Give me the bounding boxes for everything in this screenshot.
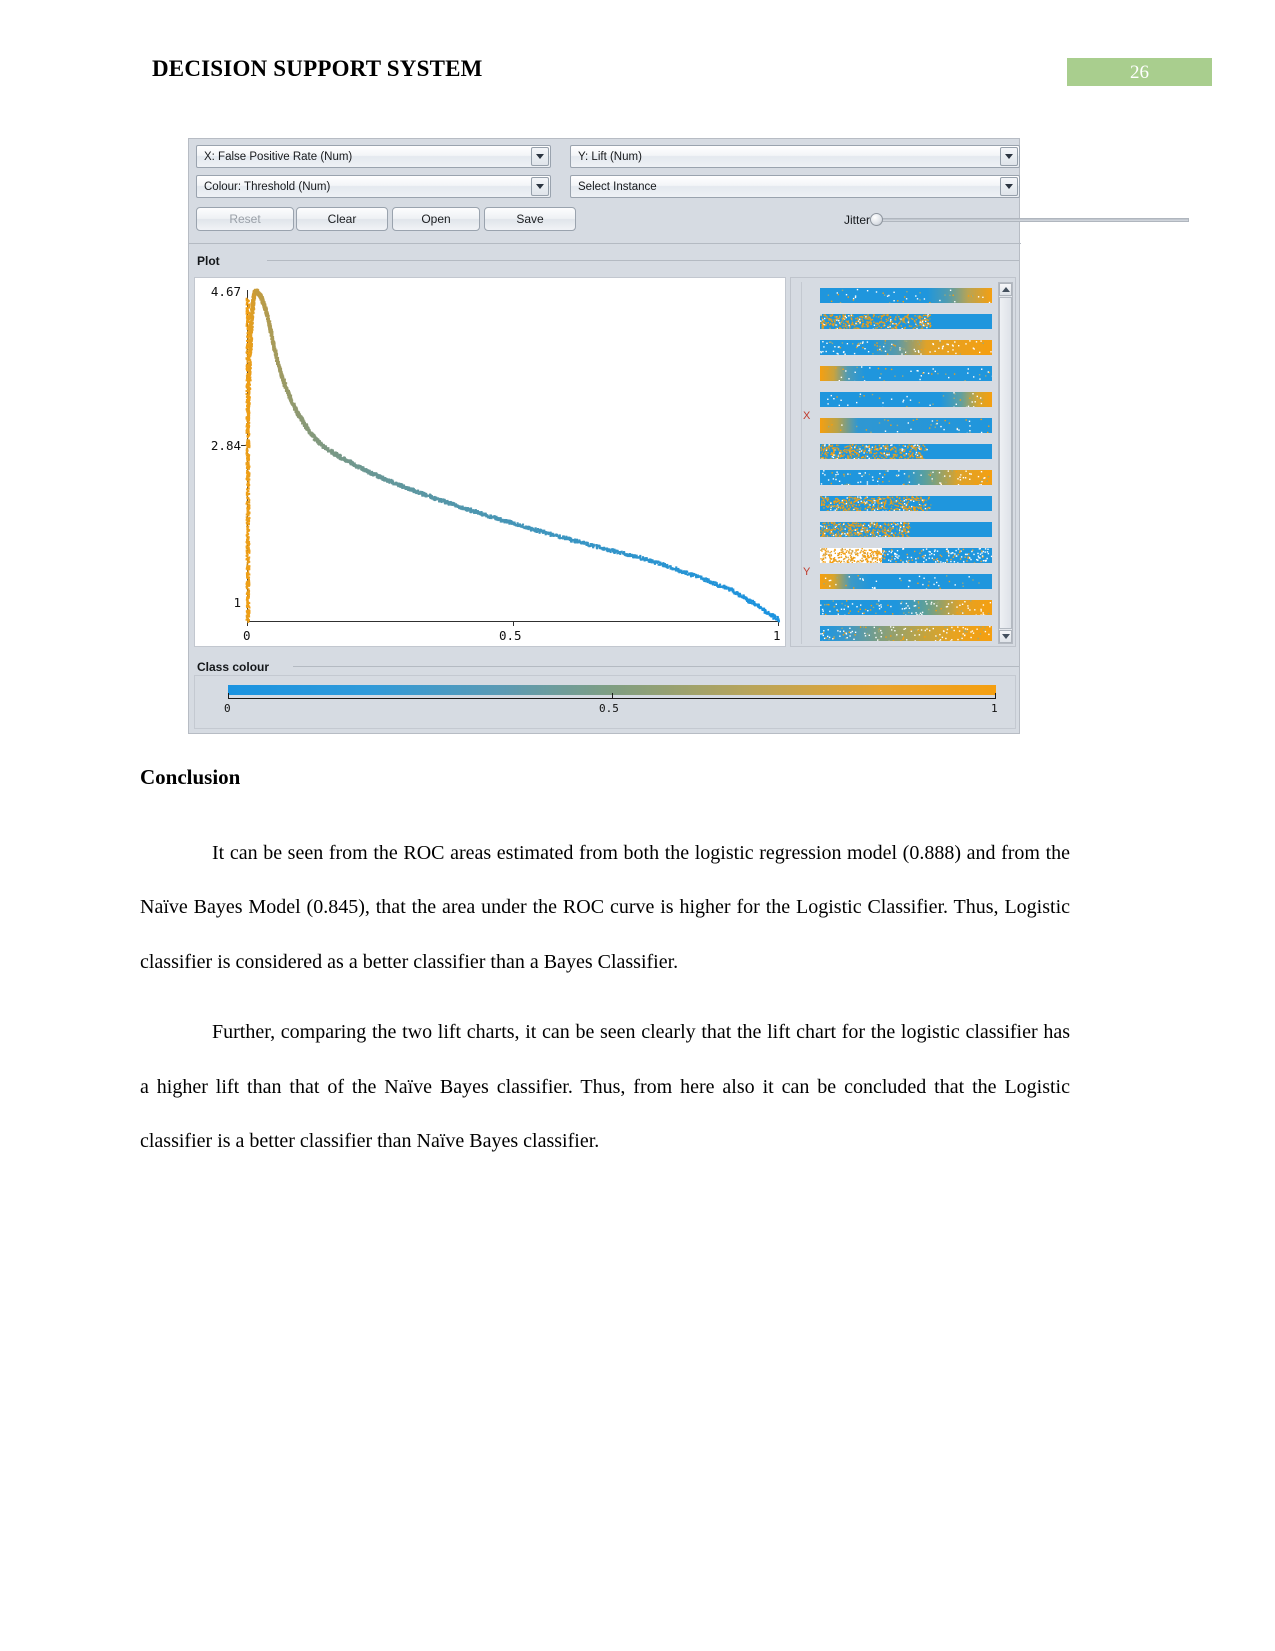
x-attribute-label: X: False Positive Rate (Num) xyxy=(204,150,353,163)
x-attribute-combo[interactable]: X: False Positive Rate (Num) xyxy=(196,145,551,168)
lift-curve-points xyxy=(245,288,781,623)
class-colour-divider xyxy=(293,666,1019,667)
colour-tick-mark-1 xyxy=(995,693,996,699)
attribute-strip[interactable] xyxy=(820,626,992,641)
open-button[interactable]: Open xyxy=(392,207,480,231)
document-title: DECISION SUPPORT SYSTEM xyxy=(152,56,483,81)
chevron-down-icon[interactable] xyxy=(531,177,549,196)
instance-selector-label: Select Instance xyxy=(578,180,657,193)
attribute-strip[interactable] xyxy=(820,418,992,433)
document-body: Conclusion It can be seen from the ROC a… xyxy=(140,765,1070,1184)
attribute-strip[interactable] xyxy=(820,392,992,407)
plot-toolbar: Reset Clear Open Save xyxy=(196,207,726,233)
instance-attribute-strips-panel[interactable]: X Y xyxy=(790,277,1016,647)
chevron-down-icon[interactable] xyxy=(531,147,549,166)
attribute-strip[interactable] xyxy=(820,522,992,537)
colour-tick-mark-0 xyxy=(228,693,229,699)
attribute-strip[interactable] xyxy=(820,548,992,563)
jitter-slider-track[interactable] xyxy=(870,213,1190,226)
colour-tick-label-1: 1 xyxy=(991,702,998,715)
attribute-strip[interactable] xyxy=(820,288,992,303)
instance-selector-combo[interactable]: Select Instance xyxy=(570,175,1020,198)
jitter-slider-knob[interactable] xyxy=(870,213,884,226)
attribute-strip[interactable] xyxy=(820,366,992,381)
conclusion-heading: Conclusion xyxy=(140,765,241,789)
y-attribute-combo[interactable]: Y: Lift (Num) xyxy=(570,145,1020,168)
colour-tick-mark-0.5 xyxy=(612,693,613,699)
scatter-plot-canvas[interactable]: 4.67 2.84 1 0 0.5 1 xyxy=(194,277,786,647)
attribute-strip[interactable] xyxy=(820,574,992,589)
class-colour-section-label: Class colour xyxy=(197,660,270,674)
colour-tick-label-0: 0 xyxy=(224,702,231,715)
page-number: 26 xyxy=(1130,62,1149,83)
scroll-up-arrow-icon[interactable] xyxy=(999,283,1012,296)
jitter-label: Jitter xyxy=(844,213,871,227)
strips-list[interactable]: X Y xyxy=(801,282,993,644)
chevron-down-icon[interactable] xyxy=(1000,147,1018,166)
colour-attribute-combo[interactable]: Colour: Threshold (Num) xyxy=(196,175,551,198)
attribute-strip[interactable] xyxy=(820,600,992,615)
attribute-selector-row-2: Colour: Threshold (Num) Select Instance xyxy=(193,175,1020,199)
class-colour-legend[interactable]: 0 0.5 1 xyxy=(194,675,1016,729)
save-button[interactable]: Save xyxy=(484,207,576,231)
plot-section-label: Plot xyxy=(197,254,220,268)
attribute-strip[interactable] xyxy=(820,470,992,485)
conclusion-paragraph-1: It can be seen from the ROC areas estima… xyxy=(140,842,1070,973)
attribute-selector-row-1: X: False Positive Rate (Num) Y: Lift (Nu… xyxy=(193,145,1020,169)
attribute-strip[interactable] xyxy=(820,340,992,355)
toolbar-divider xyxy=(189,243,1021,244)
scrollbar-thumb[interactable] xyxy=(999,297,1012,629)
page-number-badge: 26 xyxy=(1067,58,1212,86)
conclusion-paragraph-2: Further, comparing the two lift charts, … xyxy=(140,1021,1070,1152)
strips-scrollbar[interactable] xyxy=(998,282,1013,644)
plot-section-divider xyxy=(267,260,1019,261)
attribute-strip[interactable] xyxy=(820,496,992,511)
colour-attribute-label: Colour: Threshold (Num) xyxy=(204,180,331,193)
weka-visualize-panel: X: False Positive Rate (Num) Y: Lift (Nu… xyxy=(188,138,1190,734)
attribute-strip[interactable] xyxy=(820,314,992,329)
attribute-strip[interactable] xyxy=(820,444,992,459)
clear-button[interactable]: Clear xyxy=(296,207,388,231)
reset-button[interactable]: Reset xyxy=(196,207,294,231)
page-header: DECISION SUPPORT SYSTEM 26 xyxy=(0,0,1275,110)
jitter-control[interactable]: Jitter xyxy=(844,209,1204,231)
scroll-down-arrow-icon[interactable] xyxy=(999,630,1012,643)
y-axis-strip-marker: Y xyxy=(803,566,811,578)
chevron-down-icon[interactable] xyxy=(1000,177,1018,196)
x-axis-strip-marker: X xyxy=(803,410,811,422)
colour-tick-label-0.5: 0.5 xyxy=(599,702,619,715)
y-attribute-label: Y: Lift (Num) xyxy=(578,150,642,163)
